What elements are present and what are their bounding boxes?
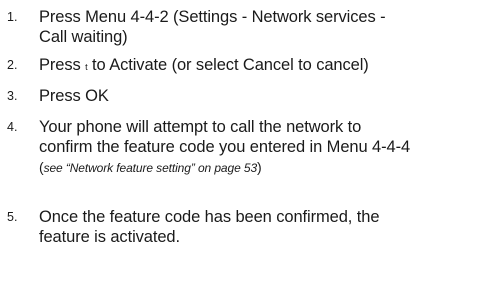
step-text-line: Call waiting) <box>39 28 128 46</box>
page-reference: (see “Network feature setting” on page 5… <box>39 157 471 178</box>
step-text: Press OK <box>39 86 471 106</box>
step-number: 1. <box>7 10 18 24</box>
ref-text: see “Network feature setting” on page 53 <box>43 161 258 175</box>
step-text-suffix: to Activate (or select Cancel to cancel) <box>87 56 369 74</box>
ref-close-paren: ) <box>257 159 262 175</box>
numbered-steps-list: 1. Press Menu 4-4-2 (Settings - Network … <box>0 0 477 284</box>
step-text-line: Once the feature code has been confirmed… <box>39 208 380 226</box>
step-text-prefix: Press <box>39 56 86 74</box>
step-number: 2. <box>7 58 18 72</box>
step-text: Press t to Activate (or select Cancel to… <box>39 55 471 77</box>
step-text-line: Press OK <box>39 87 109 105</box>
step-text: Your phone will attempt to call the netw… <box>39 117 471 178</box>
step-text-line: Your phone will attempt to call the netw… <box>39 118 362 136</box>
step-text-line: Press t to Activate (or select Cancel to… <box>39 55 471 77</box>
step-number: 3. <box>7 89 18 103</box>
step-number: 4. <box>7 120 18 134</box>
step-number: 5. <box>7 210 18 224</box>
step-text-line: feature is activated. <box>39 228 180 246</box>
step-text-line: confirm the feature code you entered in … <box>39 138 411 156</box>
step-text: Press Menu 4-4-2 (Settings - Network ser… <box>39 7 471 47</box>
step-text-line: Press Menu 4-4-2 (Settings - Network ser… <box>39 8 386 26</box>
step-text: Once the feature code has been confirmed… <box>39 207 471 247</box>
